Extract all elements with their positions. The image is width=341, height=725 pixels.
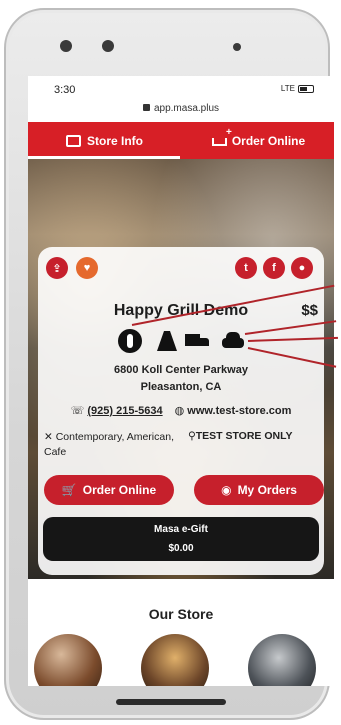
tab-store-info-label: Store Info — [87, 133, 143, 148]
website-text[interactable]: www.test-store.com — [187, 405, 291, 417]
gift-amount: $0.00 — [168, 543, 194, 554]
status-indicators: LTE — [281, 84, 314, 93]
favorite-heart-icon[interactable]: ♥ — [76, 257, 98, 279]
hero-background: ⇪ ♥ t f ● Happy Grill Demo $$ 6800 Koll … — [28, 159, 334, 579]
delivery-icon — [185, 329, 209, 353]
cart-icon: 🛒 — [61, 483, 77, 497]
speaker-dot — [102, 40, 114, 52]
share-icon[interactable]: ⇪ — [46, 257, 68, 279]
url-text: app.masa.plus — [153, 103, 220, 114]
order-online-button[interactable]: 🛒 Order Online — [44, 475, 174, 505]
store-tag: ⚲TEST STORE ONLY — [188, 430, 293, 442]
store-photo[interactable] — [141, 634, 209, 686]
cuisine-text: Contemporary, American, Cafe — [44, 431, 174, 458]
top-tabs: Store Info Order Online — [28, 122, 334, 159]
cart-icon — [210, 127, 232, 147]
lock-icon — [142, 104, 150, 111]
contact-row: ☏ (925) 215-5634 ◍ www.test-store.com — [38, 404, 324, 417]
pickup-icon — [155, 329, 179, 353]
section-title: Our Store — [148, 606, 214, 622]
address-line-2: Pleasanton, CA — [140, 381, 222, 393]
tab-store-info[interactable]: Store Info — [28, 122, 181, 159]
price-level: $$ — [301, 302, 318, 319]
phone-link[interactable]: ☏ (925) 215-5634 — [71, 404, 163, 417]
store-tag-text: TEST STORE ONLY — [195, 430, 293, 442]
phone-number[interactable]: (925) 215-5634 — [87, 405, 162, 417]
store-name: Happy Grill Demo — [113, 302, 249, 319]
gift-card[interactable]: Masa e-Gift $0.00 — [43, 517, 319, 561]
network-label: LTE — [280, 84, 295, 93]
camera-dot — [233, 43, 241, 51]
notification-icon[interactable]: ● — [291, 257, 313, 279]
orders-icon: ◉ — [221, 483, 232, 497]
phone-frame: 3:30 LTE app.masa.plus Store Info Order … — [4, 8, 334, 720]
store-info-icon — [66, 134, 81, 147]
my-orders-button[interactable]: ◉ My Orders — [194, 475, 324, 505]
tab-order-online-label: Order Online — [231, 133, 306, 148]
store-photo[interactable] — [34, 634, 102, 686]
gift-name: Masa e-Gift — [154, 524, 208, 535]
facebook-icon[interactable]: f — [263, 257, 285, 279]
speaker-dot — [60, 40, 72, 52]
status-time: 3:30 — [54, 84, 76, 96]
home-indicator — [116, 699, 226, 705]
cuisine: ✕ Contemporary, American, Cafe — [44, 431, 174, 458]
curbside-icon — [221, 329, 245, 353]
my-orders-label: My Orders — [237, 483, 297, 497]
battery-icon — [298, 84, 314, 93]
url-bar[interactable]: app.masa.plus — [28, 103, 334, 114]
order-online-label: Order Online — [82, 483, 157, 497]
address-line-1: 6800 Koll Center Parkway — [114, 364, 248, 376]
website-link[interactable]: ◍ www.test-store.com — [175, 404, 292, 417]
store-photo[interactable] — [248, 634, 316, 686]
dine-in-icon — [118, 329, 142, 353]
status-bar: 3:30 LTE app.masa.plus — [28, 76, 334, 122]
twitter-icon[interactable]: t — [235, 257, 257, 279]
tab-order-online[interactable]: Order Online — [181, 122, 334, 159]
screen: 3:30 LTE app.masa.plus Store Info Order … — [28, 76, 334, 686]
